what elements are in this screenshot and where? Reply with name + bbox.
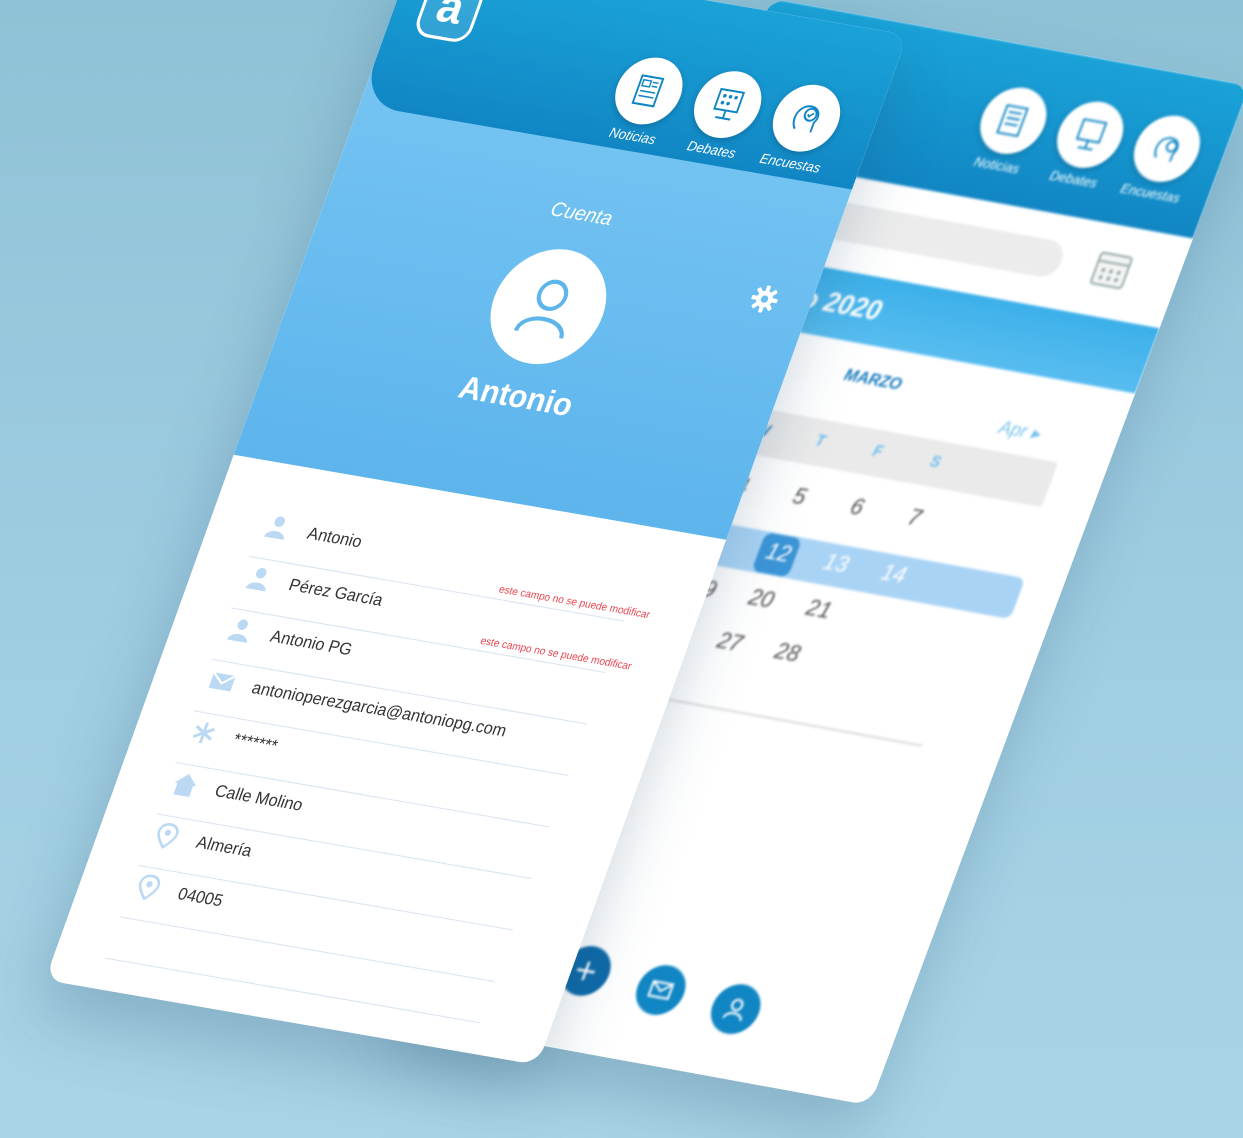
encuestas-nav-button[interactable] [763,79,850,157]
calendar-day[interactable]: 21 [795,593,843,627]
user-icon [722,998,744,1022]
field-value: 04005 [175,885,226,911]
location-pin-icon [138,874,161,901]
field-value: Pérez García [286,576,386,610]
encuestas-label: Encuestas [1118,180,1183,207]
home-icon [173,774,197,798]
survey-head-icon [1154,137,1179,162]
person-icon [245,567,267,592]
calendar-day[interactable]: 7 [891,501,939,535]
field-value: Antonio PG [267,627,355,660]
field-value: Calle Molino [212,782,306,815]
debates-nav-button[interactable] [684,66,772,143]
calendar-day[interactable]: 6 [833,491,881,525]
calendar-day[interactable]: 28 [763,636,811,670]
debate-board-icon [713,87,746,121]
noticias-nav-button[interactable] [605,52,693,130]
mail-icon [208,671,237,692]
home-button[interactable] [45,1058,106,1065]
location-pin-icon [157,823,179,849]
weekday: T [812,431,828,451]
person-icon [226,619,248,643]
weekday: F [870,442,886,462]
next-month-button[interactable]: Apr ▸ [996,416,1044,445]
noticias-nav-button[interactable] [970,82,1057,160]
user-icon [513,279,569,339]
calendar-day[interactable]: 27 [706,625,754,659]
app-logo[interactable]: a [411,0,488,45]
newspaper-icon [996,104,1029,138]
calendar-day[interactable]: 5 [775,480,823,514]
person-icon [263,516,285,540]
field-value: Almería [193,833,255,861]
encuestas-nav-button[interactable] [1124,110,1210,188]
field-value: ******* [230,730,280,756]
field-value: Antonio [304,524,365,552]
newspaper-icon [631,74,665,108]
asterisk-icon [192,722,215,744]
debates-nav-button[interactable] [1047,96,1134,174]
debate-board-icon [1075,118,1108,151]
survey-head-icon [792,105,820,133]
messages-button[interactable] [628,961,693,1019]
month-label: MARZO [841,366,905,394]
calendar-icon[interactable] [1082,243,1141,296]
weekday: S [927,452,944,472]
calendar-day[interactable]: 20 [737,582,785,616]
mail-icon [647,979,675,1001]
profile-button[interactable] [703,980,768,1038]
mockup-scene: a Noticias Debates Encuestas [0,0,1243,1138]
